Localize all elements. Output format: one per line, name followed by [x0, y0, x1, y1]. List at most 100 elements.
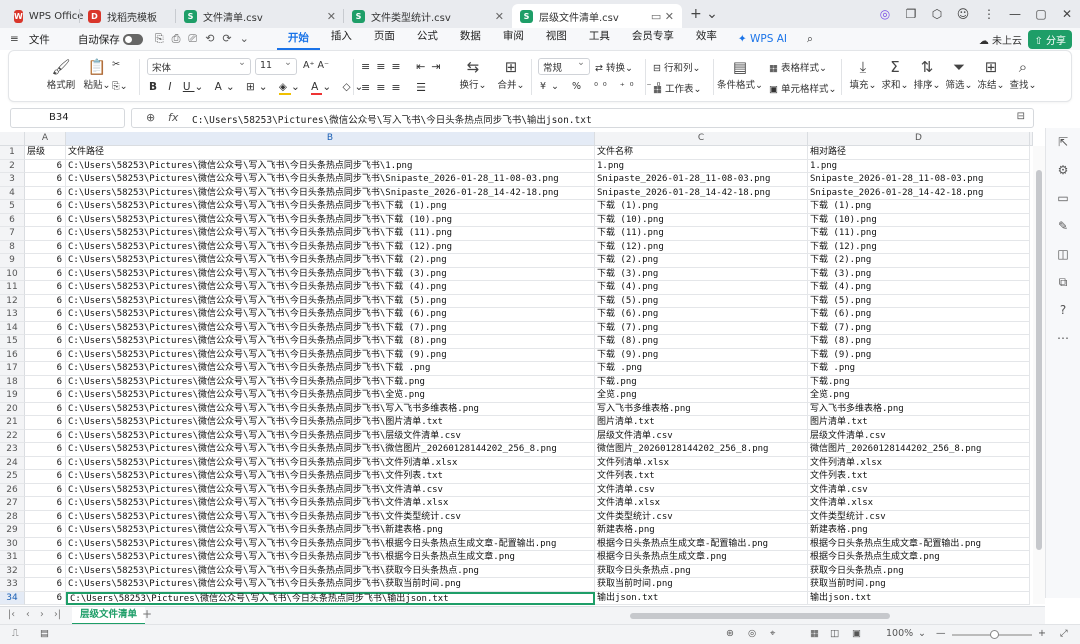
fx-icon[interactable]: fx [168, 111, 178, 124]
table-cell[interactable]: C:\Users\58253\Pictures\微信公众号\写入飞书\今日头条热… [66, 308, 595, 322]
table-cell[interactable]: Snipaste_2026-01-28_14-42-18.png [595, 186, 808, 200]
page-view-icon[interactable]: ◫ [830, 628, 839, 639]
table-cell[interactable]: 微信图片_20260128144202_256_8.png [808, 443, 1030, 457]
table-cell[interactable]: 文件名称 [595, 146, 808, 160]
tab-close-icon[interactable]: ✕ [327, 10, 336, 23]
menu-item[interactable]: 会员专享 [621, 28, 685, 50]
table-cell[interactable]: Snipaste_2026-01-28_14-42-18.png [808, 186, 1030, 200]
prev-sheet-icon[interactable]: ‹ [26, 609, 30, 620]
table-cell[interactable]: 下载 (7).png [595, 321, 808, 335]
last-sheet-icon[interactable]: ›| [54, 609, 61, 620]
table-cell[interactable]: 根据今日头条热点生成文章-配置输出.png [808, 537, 1030, 551]
row-header[interactable]: 12 [0, 294, 25, 308]
sheet-list-icon[interactable]: ▤ [40, 628, 49, 639]
row-header[interactable]: 21 [0, 416, 25, 430]
row-header[interactable]: 28 [0, 510, 25, 524]
column-header[interactable]: C [595, 132, 808, 146]
column-header[interactable]: B [66, 132, 595, 146]
number-style-icons[interactable]: ¥⌄ % ⁰⁰ ⁺⁰ ⁻⁰ [540, 81, 665, 92]
table-cell[interactable]: C:\Users\58253\Pictures\微信公众号\写入飞书\今日头条热… [66, 537, 595, 551]
normal-view-icon[interactable]: ▦ [810, 628, 819, 639]
first-sheet-icon[interactable]: |‹ [8, 609, 15, 620]
avatar[interactable]: ☺ [950, 7, 976, 21]
tab-1[interactable]: D 找稻壳模板 [80, 4, 176, 28]
sheet-tab[interactable]: 层级文件清单 [72, 607, 146, 625]
table-cell[interactable]: 6 [25, 362, 66, 376]
macro-icon[interactable]: ⎍ [12, 628, 19, 639]
layout-icon[interactable]: ▭ [1046, 184, 1080, 212]
row-header[interactable]: 15 [0, 335, 25, 349]
table-cell[interactable]: C:\Users\58253\Pictures\微信公众号\写入飞书\今日头条热… [66, 321, 595, 335]
sum-button[interactable]: Σ 求和⌄ [877, 57, 913, 91]
row-header[interactable]: 8 [0, 240, 25, 254]
table-cell[interactable]: C:\Users\58253\Pictures\微信公众号\写入飞书\今日头条热… [66, 551, 595, 565]
maximize-icon[interactable]: ▢ [1028, 7, 1054, 21]
row-header[interactable]: 32 [0, 564, 25, 578]
spreadsheet-grid[interactable]: A B C D 1 层级 文件路径 文件名称 相对路径 2 6 C:\Users\58253\Pict… [0, 132, 1033, 606]
eye-protect-icon[interactable]: ⊛ [726, 628, 734, 639]
row-header[interactable]: 31 [0, 551, 25, 565]
break-view-icon[interactable]: ▣ [852, 628, 861, 639]
table-cell[interactable]: 层级文件清单.csv [595, 429, 808, 443]
copy-icon[interactable]: ⎘⌄ [112, 81, 128, 92]
row-header[interactable]: 9 [0, 254, 25, 268]
table-cell[interactable]: 1.png [595, 159, 808, 173]
table-cell[interactable]: 全览.png [595, 389, 808, 403]
name-box[interactable]: B34 [10, 108, 125, 128]
sort-button[interactable]: ⇅ 排序⌄ [909, 57, 945, 91]
table-cell[interactable]: 获取当前时间.png [808, 578, 1030, 592]
column-header[interactable]: D [808, 132, 1030, 146]
table-cell[interactable]: 下载 (11).png [595, 227, 808, 241]
table-cell[interactable]: 文件列表.txt [595, 470, 808, 484]
table-cell[interactable]: 文件类型统计.csv [808, 510, 1030, 524]
table-cell[interactable]: 1.png [808, 159, 1030, 173]
menu-item[interactable]: 效率 [685, 28, 728, 50]
table-cell[interactable]: 6 [25, 213, 66, 227]
wrap-button[interactable]: ⇆ 换行⌄ [455, 57, 491, 91]
table-cell[interactable]: 写入飞书多维表格.png [595, 402, 808, 416]
table-cell[interactable]: 下载 (5).png [808, 294, 1030, 308]
row-header[interactable]: 24 [0, 456, 25, 470]
format-painter-button[interactable]: 🖌 格式刷 [43, 57, 79, 91]
table-cell[interactable]: C:\Users\58253\Pictures\微信公众号\写入飞书\今日头条热… [66, 497, 595, 511]
table-cell[interactable]: C:\Users\58253\Pictures\微信公众号\写入飞书\今日头条热… [66, 483, 595, 497]
row-col-button[interactable]: ⊟ 行和列⌄ [653, 60, 700, 74]
table-cell[interactable]: C:\Users\58253\Pictures\微信公众号\写入飞书\今日头条热… [66, 348, 595, 362]
quick-access-icons[interactable]: ⎘⎙⎚⟲⟳⌄ [155, 32, 257, 46]
table-cell[interactable]: 新建表格.png [808, 524, 1030, 538]
tab-close-icon[interactable]: ▭ ✕ [651, 10, 674, 23]
table-cell[interactable]: 6 [25, 497, 66, 511]
table-cell[interactable]: 6 [25, 254, 66, 268]
number-format-select[interactable]: 常规 [538, 57, 590, 75]
row-header[interactable]: 30 [0, 537, 25, 551]
tools-icon[interactable]: ✎ [1046, 212, 1080, 240]
table-cell[interactable]: 6 [25, 510, 66, 524]
filter-button[interactable]: ⏷ 筛选⌄ [941, 57, 977, 91]
add-sheet-icon[interactable]: + [142, 607, 152, 621]
backup-icon[interactable]: ⧉ [1046, 268, 1080, 296]
row-header[interactable]: 34 [0, 591, 25, 605]
table-cell[interactable]: 获取当前时间.png [595, 578, 808, 592]
expand-formula-icon[interactable]: ⊟ [1017, 111, 1025, 122]
find-button[interactable]: ⌕ 查找⌄ [1005, 57, 1041, 91]
row-header[interactable]: 19 [0, 389, 25, 403]
zoom-level[interactable]: 100% [886, 628, 913, 639]
row-header[interactable]: 1 [0, 146, 25, 160]
table-cell[interactable]: 文件清单.xlsx [808, 497, 1030, 511]
table-cell[interactable]: 6 [25, 416, 66, 430]
row-header[interactable]: 6 [0, 213, 25, 227]
close-window-icon[interactable]: ✕ [1054, 7, 1080, 21]
table-cell[interactable]: 6 [25, 578, 66, 592]
row-header[interactable]: 25 [0, 470, 25, 484]
table-cell[interactable]: 6 [25, 470, 66, 484]
table-cell[interactable]: 6 [25, 348, 66, 362]
tab-0[interactable]: W WPS Office [6, 4, 83, 28]
table-cell[interactable]: 6 [25, 564, 66, 578]
table-cell[interactable]: 下载 (3).png [595, 267, 808, 281]
menu-item[interactable]: 公式 [406, 28, 449, 50]
fill-button[interactable]: ⤓ 填充⌄ [845, 57, 881, 91]
menu-item[interactable]: 工具 [578, 28, 621, 50]
table-cell[interactable]: 6 [25, 537, 66, 551]
table-cell[interactable]: 6 [25, 186, 66, 200]
table-cell[interactable]: C:\Users\58253\Pictures\微信公众号\写入飞书\今日头条热… [66, 416, 595, 430]
